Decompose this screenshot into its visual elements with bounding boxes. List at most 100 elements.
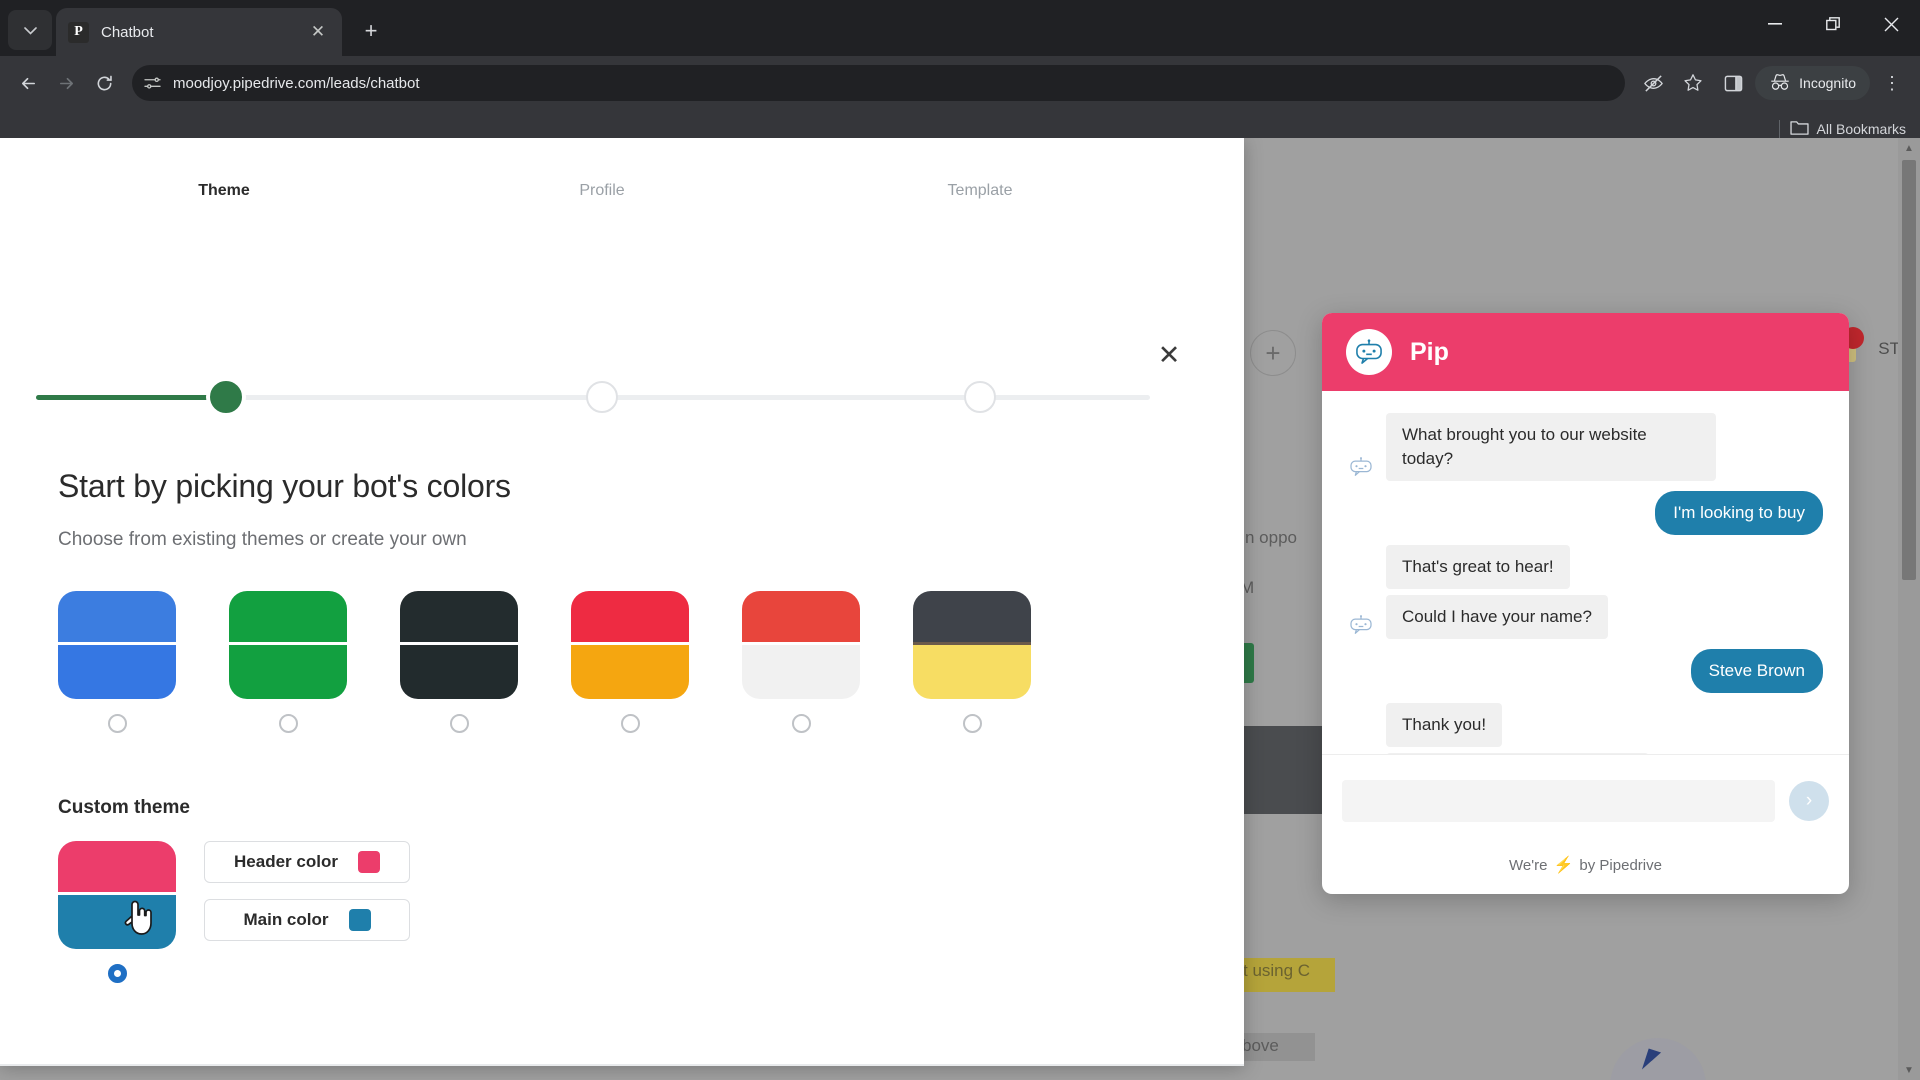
- page-scrollbar[interactable]: ▲ ▼: [1898, 138, 1920, 1080]
- scroll-down-arrow[interactable]: ▼: [1898, 1060, 1920, 1080]
- bot-mini-avatar-icon: [1348, 457, 1374, 477]
- chat-footer-suffix: by Pipedrive: [1579, 856, 1662, 874]
- bg-fragment-using: t using C: [1243, 961, 1311, 980]
- scroll-up-arrow[interactable]: ▲: [1898, 138, 1920, 158]
- theme-swatch: [913, 591, 1031, 699]
- header-color-chip: [357, 851, 380, 873]
- close-tab-icon[interactable]: ✕: [306, 20, 330, 44]
- all-bookmarks-button[interactable]: All Bookmarks: [1789, 120, 1906, 139]
- theme-option-green[interactable]: [229, 591, 347, 733]
- theme-option-custom[interactable]: [58, 841, 176, 983]
- color-pickers: Header color Main color: [204, 841, 410, 941]
- chat-message-list: What brought you to our website today? I…: [1322, 391, 1849, 754]
- chat-bubble-bot: What's your company's name?: [1386, 753, 1650, 754]
- theme-option-blue[interactable]: [58, 591, 176, 733]
- all-bookmarks-label: All Bookmarks: [1816, 121, 1906, 137]
- theme-radio[interactable]: [278, 714, 298, 733]
- add-button[interactable]: +: [1250, 330, 1296, 376]
- forward-button[interactable]: [48, 65, 84, 101]
- chat-bubble-bot: Thank you!: [1386, 703, 1503, 747]
- bot-mini-avatar-icon: [1348, 615, 1374, 635]
- main-color-button[interactable]: Main color: [204, 899, 410, 941]
- chat-input-row: ›: [1322, 754, 1849, 846]
- reload-button[interactable]: [86, 65, 122, 101]
- chat-message-row: I'm looking to buy: [1348, 491, 1823, 535]
- minimize-button[interactable]: [1746, 0, 1804, 48]
- toolbar-actions: Incognito ⋮: [1635, 65, 1910, 101]
- avatar[interactable]: ST: [1878, 339, 1900, 359]
- browser-menu-icon[interactable]: ⋮: [1874, 65, 1910, 101]
- address-bar[interactable]: moodjoy.pipedrive.com/leads/chatbot: [132, 65, 1626, 101]
- browser-toolbar: moodjoy.pipedrive.com/leads/chatbot Inco…: [0, 56, 1920, 110]
- chat-bubble-user: I'm looking to buy: [1655, 491, 1823, 535]
- step-label-theme[interactable]: Theme: [198, 182, 250, 200]
- incognito-indicator[interactable]: Incognito: [1755, 66, 1870, 100]
- scrollbar-thumb[interactable]: [1902, 160, 1916, 580]
- theme-radio[interactable]: [107, 714, 127, 733]
- bolt-icon: ⚡: [1553, 857, 1574, 874]
- pipedrive-favicon: P: [68, 21, 89, 43]
- step-node-profile[interactable]: [586, 381, 618, 413]
- main-color-chip: [348, 909, 371, 931]
- custom-theme-radio[interactable]: [107, 964, 127, 983]
- bot-avatar: [1346, 329, 1392, 375]
- theme-radio[interactable]: [620, 714, 640, 733]
- stepper-labels: Theme Profile Template: [0, 138, 1244, 210]
- site-settings-icon[interactable]: [144, 76, 161, 91]
- send-message-button[interactable]: ›: [1789, 780, 1829, 821]
- setup-stepper: Theme Profile Template: [0, 138, 1244, 413]
- new-tab-button[interactable]: +: [354, 14, 388, 48]
- header-color-button[interactable]: Header color: [204, 841, 410, 883]
- url-text: moodjoy.pipedrive.com/leads/chatbot: [173, 74, 420, 92]
- theme-option-red-white[interactable]: [742, 591, 860, 733]
- theme-option-dark[interactable]: [400, 591, 518, 733]
- step-node-theme[interactable]: [210, 381, 242, 413]
- theme-swatch: [400, 591, 518, 699]
- step-node-template[interactable]: [964, 381, 996, 413]
- step-label-profile[interactable]: Profile: [579, 182, 624, 200]
- page-viewport: + 💡 ST n oppo: [0, 138, 1920, 1080]
- page-subtitle: Choose from existing themes or create yo…: [58, 529, 467, 550]
- header-color-label: Header color: [234, 852, 338, 871]
- chat-footer-prefix: We're: [1509, 856, 1548, 874]
- theme-swatch: [571, 591, 689, 699]
- chat-message-input[interactable]: [1342, 779, 1775, 822]
- chat-header: Pip: [1322, 313, 1849, 391]
- bg-fragment-opportunity: n oppo: [1245, 528, 1297, 547]
- tab-search-button[interactable]: [8, 10, 52, 50]
- tab-title: Chatbot: [101, 23, 154, 41]
- stepper-progress-fill: [36, 395, 226, 400]
- window-controls: [1746, 0, 1920, 48]
- custom-theme-swatch: [58, 841, 176, 949]
- bookmarks-divider: [1778, 120, 1780, 138]
- browser-tab[interactable]: P Chatbot ✕: [56, 8, 342, 56]
- chat-widget-preview: Pip What brought you to our website toda…: [1322, 313, 1849, 894]
- mouse-pointer-hand: [122, 896, 156, 938]
- chevron-down-icon: [23, 22, 37, 38]
- theme-radio[interactable]: [962, 714, 982, 733]
- modal-content: Start by picking your bot's colors Choos…: [58, 468, 1158, 1066]
- chat-message-row: What's your company's name?: [1348, 753, 1823, 754]
- theme-radio[interactable]: [449, 714, 469, 733]
- maximize-button[interactable]: [1804, 0, 1862, 48]
- bookmark-star-icon[interactable]: [1675, 65, 1711, 101]
- chat-message-row: Could I have your name?: [1348, 595, 1823, 639]
- chat-message-row: What brought you to our website today?: [1348, 413, 1823, 481]
- back-button[interactable]: [10, 65, 46, 101]
- theme-option-dark-yellow[interactable]: [913, 591, 1031, 733]
- theme-radio[interactable]: [791, 714, 811, 733]
- close-modal-button[interactable]: ✕: [1152, 338, 1186, 372]
- close-window-button[interactable]: [1862, 0, 1920, 48]
- theme-option-red-orange[interactable]: [571, 591, 689, 733]
- eye-slash-icon[interactable]: [1635, 65, 1671, 101]
- main-color-label: Main color: [243, 910, 329, 929]
- side-panel-icon[interactable]: [1715, 65, 1751, 101]
- browser-window: P Chatbot ✕ + moodjoy.pipedrive.com/lead…: [0, 0, 1920, 1080]
- chat-bot-name: Pip: [1410, 337, 1449, 366]
- custom-theme-heading: Custom theme: [58, 797, 190, 818]
- theme-swatch: [742, 591, 860, 699]
- bg-dark-card: [1240, 726, 1325, 814]
- chat-bubble-bot: What brought you to our website today?: [1386, 413, 1716, 481]
- step-label-template[interactable]: Template: [948, 182, 1013, 200]
- page-title: Start by picking your bot's colors: [58, 468, 511, 504]
